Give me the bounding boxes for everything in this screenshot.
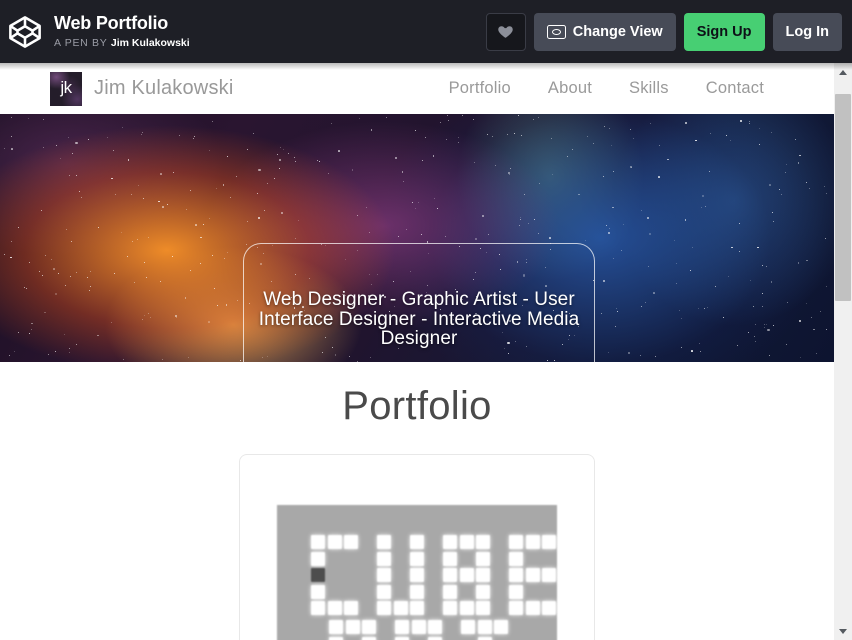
scrollbar-thumb[interactable] (835, 94, 851, 301)
pen-preview-viewport: jk Jim Kulakowski Portfolio About Skills… (0, 63, 834, 640)
vertical-scrollbar[interactable] (834, 63, 852, 640)
nav-link-skills[interactable]: Skills (629, 79, 669, 98)
pen-byline: A PEN BY Jim Kulakowski (54, 36, 190, 50)
brand-logo-initials: jk (60, 78, 72, 97)
nav-link-contact[interactable]: Contact (706, 79, 764, 98)
eye-icon (546, 24, 566, 39)
change-view-button[interactable]: Change View (533, 12, 676, 51)
caret-down-icon[interactable] (834, 622, 852, 640)
brand-name: Jim Kulakowski (94, 77, 234, 99)
portfolio-card[interactable] (239, 454, 595, 640)
pen-author-name[interactable]: Jim Kulakowski (111, 37, 190, 49)
nav-link-about[interactable]: About (548, 79, 592, 98)
sign-up-button[interactable]: Sign Up (683, 12, 765, 51)
log-in-button[interactable]: Log In (772, 12, 842, 51)
pen-title: Web Portfolio (54, 13, 169, 33)
hero-tagline: Web Designer - Graphic Artist - User Int… (258, 289, 580, 349)
codepen-cube-icon[interactable] (8, 15, 42, 49)
nav-link-portfolio[interactable]: Portfolio (449, 79, 511, 98)
nav-links: Portfolio About Skills Contact (449, 79, 764, 98)
pen-by-prefix: A PEN BY (54, 37, 111, 49)
portfolio-section: Portfolio (0, 362, 834, 640)
brand-logo-icon: jk (50, 71, 82, 106)
heart-icon (498, 26, 513, 38)
portfolio-item-image[interactable] (277, 505, 557, 640)
hero-section: Web Designer - Graphic Artist - User Int… (0, 114, 834, 362)
heart-button[interactable] (485, 12, 526, 51)
change-view-label: Change View (572, 23, 663, 40)
codepen-top-bar: Web Portfolio A PEN BY Jim Kulakowski Ch… (0, 0, 852, 63)
site-brand[interactable]: jk Jim Kulakowski (50, 71, 234, 106)
codepen-action-buttons: Change View Sign Up Log In (485, 12, 842, 51)
portfolio-heading: Portfolio (342, 384, 492, 428)
pen-title-block: Web Portfolio A PEN BY Jim Kulakowski (54, 13, 190, 50)
caret-up-icon[interactable] (834, 63, 852, 81)
site-navigation-bar: jk Jim Kulakowski Portfolio About Skills… (0, 63, 834, 114)
